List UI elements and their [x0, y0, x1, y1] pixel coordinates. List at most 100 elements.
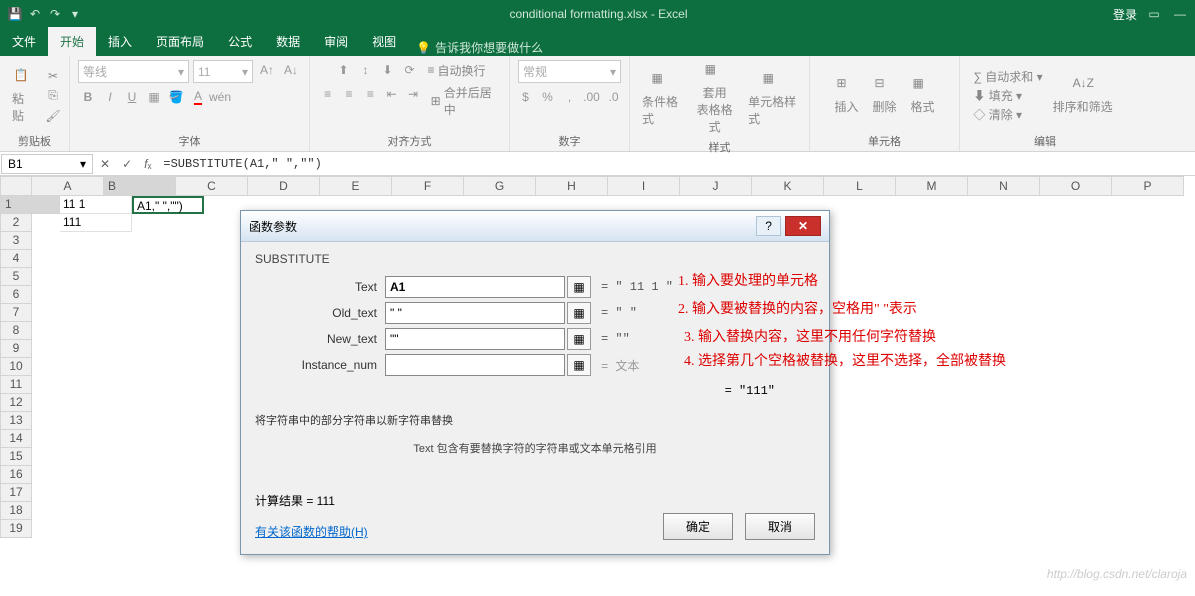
tab-insert[interactable]: 插入: [96, 27, 144, 56]
align-left-icon[interactable]: ≡: [318, 84, 337, 104]
increase-decimal-icon[interactable]: .00: [582, 87, 602, 107]
phonetic-icon[interactable]: wén: [210, 87, 230, 107]
col-header[interactable]: E: [320, 176, 392, 196]
param-text-input[interactable]: [385, 276, 565, 298]
percent-icon[interactable]: %: [538, 87, 558, 107]
range-picker-icon[interactable]: ▦: [567, 354, 591, 376]
param-new-input[interactable]: [385, 328, 565, 350]
tab-formulas[interactable]: 公式: [216, 27, 264, 56]
insert-cells-button[interactable]: ⊞插入: [830, 74, 862, 117]
col-header[interactable]: G: [464, 176, 536, 196]
cell-b1[interactable]: A1," ",""): [132, 196, 204, 214]
login-link[interactable]: 登录: [1113, 6, 1137, 23]
row-header[interactable]: 7: [0, 304, 32, 322]
col-header[interactable]: C: [176, 176, 248, 196]
bold-icon[interactable]: B: [78, 87, 98, 107]
col-header[interactable]: B: [104, 176, 176, 196]
fill-button[interactable]: ⬇ 填充 ▾: [973, 87, 1042, 104]
sort-filter-button[interactable]: A↓Z排序和筛选: [1049, 74, 1117, 117]
dialog-help-icon[interactable]: ?: [756, 216, 781, 236]
col-header[interactable]: L: [824, 176, 896, 196]
col-header[interactable]: H: [536, 176, 608, 196]
row-header[interactable]: 5: [0, 268, 32, 286]
param-inst-input[interactable]: [385, 354, 565, 376]
row-header[interactable]: 13: [0, 412, 32, 430]
row-header[interactable]: 1: [0, 196, 60, 214]
wrap-text-button[interactable]: ≡自动换行: [427, 60, 485, 80]
fx-icon[interactable]: fₓ: [138, 157, 157, 171]
decrease-decimal-icon[interactable]: .0: [604, 87, 624, 107]
ribbon-options-icon[interactable]: ▭: [1145, 5, 1163, 23]
row-header[interactable]: 4: [0, 250, 32, 268]
tab-view[interactable]: 视图: [360, 27, 408, 56]
row-header[interactable]: 12: [0, 394, 32, 412]
dialog-close-icon[interactable]: ✕: [785, 216, 821, 236]
format-painter-icon[interactable]: 🖌: [45, 108, 61, 124]
conditional-format-button[interactable]: ▦条件格式: [638, 69, 685, 129]
align-right-icon[interactable]: ≡: [361, 84, 380, 104]
col-header[interactable]: K: [752, 176, 824, 196]
row-header[interactable]: 9: [0, 340, 32, 358]
align-top-icon[interactable]: ⬆: [333, 60, 353, 80]
tab-layout[interactable]: 页面布局: [144, 27, 216, 56]
dialog-titlebar[interactable]: 函数参数 ? ✕: [241, 211, 829, 242]
decrease-font-icon[interactable]: A↓: [281, 60, 301, 80]
clear-button[interactable]: ◇ 清除 ▾: [973, 106, 1042, 123]
align-middle-icon[interactable]: ↕: [355, 60, 375, 80]
row-header[interactable]: 8: [0, 322, 32, 340]
autosum-button[interactable]: ∑ 自动求和 ▾: [973, 68, 1042, 85]
row-header[interactable]: 15: [0, 448, 32, 466]
copy-icon[interactable]: ⎘: [45, 88, 61, 104]
orientation-icon[interactable]: ⟳: [399, 60, 419, 80]
align-center-icon[interactable]: ≡: [339, 84, 358, 104]
col-header[interactable]: O: [1040, 176, 1112, 196]
tab-data[interactable]: 数据: [264, 27, 312, 56]
col-header[interactable]: J: [680, 176, 752, 196]
cut-icon[interactable]: ✂: [45, 68, 61, 84]
row-header[interactable]: 3: [0, 232, 32, 250]
range-picker-icon[interactable]: ▦: [567, 276, 591, 298]
tab-review[interactable]: 审阅: [312, 27, 360, 56]
row-header[interactable]: 19: [0, 520, 32, 538]
fill-color-icon[interactable]: 🪣: [166, 87, 186, 107]
row-header[interactable]: 2: [0, 214, 32, 232]
number-format-select[interactable]: 常规▾: [518, 60, 621, 83]
ok-button[interactable]: 确定: [663, 513, 733, 540]
italic-icon[interactable]: I: [100, 87, 120, 107]
format-table-button[interactable]: ▦套用 表格格式: [691, 60, 738, 137]
range-picker-icon[interactable]: ▦: [567, 302, 591, 324]
col-header[interactable]: P: [1112, 176, 1184, 196]
cancel-formula-icon[interactable]: ✕: [94, 157, 116, 171]
function-help-link[interactable]: 有关该函数的帮助(H): [255, 525, 368, 539]
name-box[interactable]: B1▾: [1, 154, 93, 174]
font-name-select[interactable]: 等线▾: [78, 60, 189, 83]
cell-a2[interactable]: 111: [60, 214, 132, 232]
param-old-input[interactable]: [385, 302, 565, 324]
row-header[interactable]: 6: [0, 286, 32, 304]
row-header[interactable]: 18: [0, 502, 32, 520]
row-header[interactable]: 14: [0, 430, 32, 448]
cell-a1[interactable]: 11 1: [60, 196, 132, 214]
minimize-icon[interactable]: —: [1171, 5, 1189, 23]
font-size-select[interactable]: 11▾: [193, 60, 253, 83]
formula-input[interactable]: =SUBSTITUTE(A1," ",""): [157, 155, 1195, 173]
cancel-button[interactable]: 取消: [745, 513, 815, 540]
underline-icon[interactable]: U: [122, 87, 142, 107]
align-bottom-icon[interactable]: ⬇: [377, 60, 397, 80]
indent-dec-icon[interactable]: ⇤: [382, 84, 401, 104]
row-header[interactable]: 11: [0, 376, 32, 394]
col-header[interactable]: M: [896, 176, 968, 196]
redo-icon[interactable]: ↷: [46, 5, 64, 23]
col-header[interactable]: N: [968, 176, 1040, 196]
col-header[interactable]: D: [248, 176, 320, 196]
border-icon[interactable]: ▦: [144, 87, 164, 107]
col-header[interactable]: A: [32, 176, 104, 196]
qat-more-icon[interactable]: ▾: [66, 5, 84, 23]
delete-cells-button[interactable]: ⊟删除: [868, 74, 900, 117]
increase-font-icon[interactable]: A↑: [257, 60, 277, 80]
range-picker-icon[interactable]: ▦: [567, 328, 591, 350]
row-header[interactable]: 16: [0, 466, 32, 484]
select-all-corner[interactable]: [0, 176, 32, 196]
cell-styles-button[interactable]: ▦单元格样式: [744, 69, 801, 129]
tell-me[interactable]: 💡 告诉我你想要做什么: [416, 39, 543, 56]
